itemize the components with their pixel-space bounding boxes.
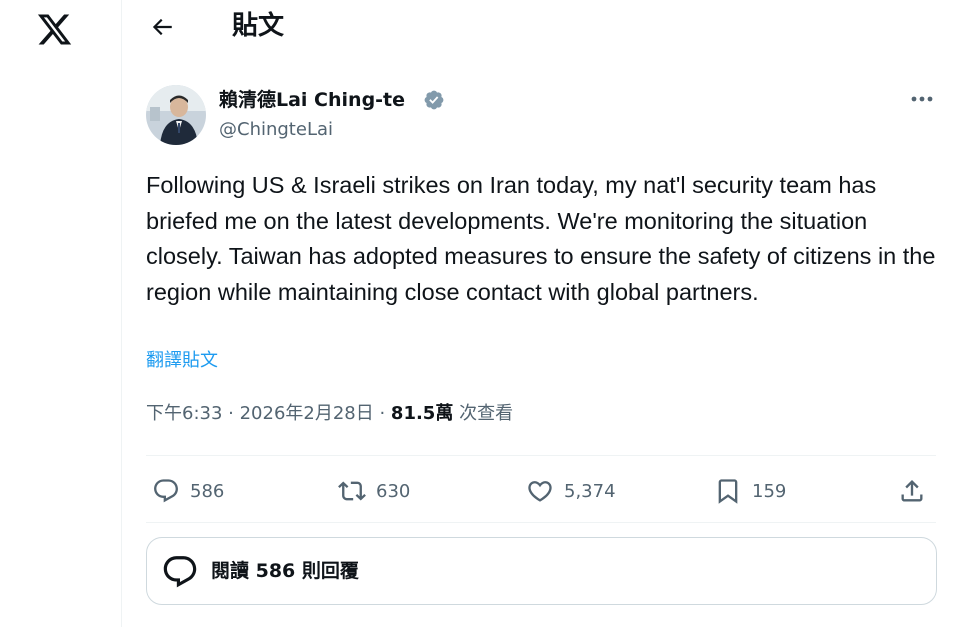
share-button[interactable] xyxy=(898,470,926,512)
repost-icon xyxy=(338,481,366,501)
x-logo-icon[interactable] xyxy=(36,11,73,48)
speech-bubble-icon xyxy=(163,556,197,588)
reply-count: 586 xyxy=(190,480,225,502)
more-horizontal-icon[interactable] xyxy=(908,88,936,110)
views-count: 81.5萬 xyxy=(390,403,454,424)
read-replies-button[interactable]: 閱讀 586 則回覆 xyxy=(146,537,937,605)
like-button[interactable]: 5,374 xyxy=(526,470,616,512)
tweet-text: Following US & Israeli strikes on Iran t… xyxy=(146,172,936,305)
divider xyxy=(146,522,936,523)
reply-button[interactable]: 586 xyxy=(152,470,224,512)
share-icon xyxy=(901,480,923,502)
bookmark-button[interactable]: 159 xyxy=(714,470,786,512)
left-rail xyxy=(0,0,122,627)
avatar-photo xyxy=(146,85,206,145)
repost-count: 630 xyxy=(376,480,411,502)
user-handle[interactable]: @ChingteLai xyxy=(219,118,333,142)
reply-icon xyxy=(154,479,178,503)
bookmark-icon xyxy=(718,479,738,504)
main-column: 貼文 賴清德Lai Ching-te @ChingteLai Following… xyxy=(122,0,957,627)
like-count: 5,374 xyxy=(564,480,616,502)
divider xyxy=(146,455,936,456)
translate-post-link[interactable]: 翻譯貼文 xyxy=(146,348,218,374)
bookmark-count: 159 xyxy=(752,480,787,502)
views-label: 次查看 xyxy=(453,403,514,424)
verified-badge-icon xyxy=(424,90,444,110)
repost-button[interactable]: 630 xyxy=(338,470,410,512)
read-replies-label: 閱讀 586 則回覆 xyxy=(211,560,359,582)
display-name[interactable]: 賴清德Lai Ching-te xyxy=(219,87,405,113)
timestamp[interactable]: 下午6:33 · 2026年2月28日 · xyxy=(146,403,391,424)
page-title: 貼文 xyxy=(232,11,285,41)
tweet-meta: 下午6:33 · 2026年2月28日 · 81.5萬 次查看 xyxy=(146,400,513,428)
back-arrow-icon[interactable] xyxy=(149,14,175,40)
action-bar: 586 630 5,374 159 xyxy=(146,470,936,512)
heart-icon xyxy=(528,481,552,502)
page-header: 貼文 xyxy=(122,0,957,54)
avatar[interactable] xyxy=(146,85,206,145)
